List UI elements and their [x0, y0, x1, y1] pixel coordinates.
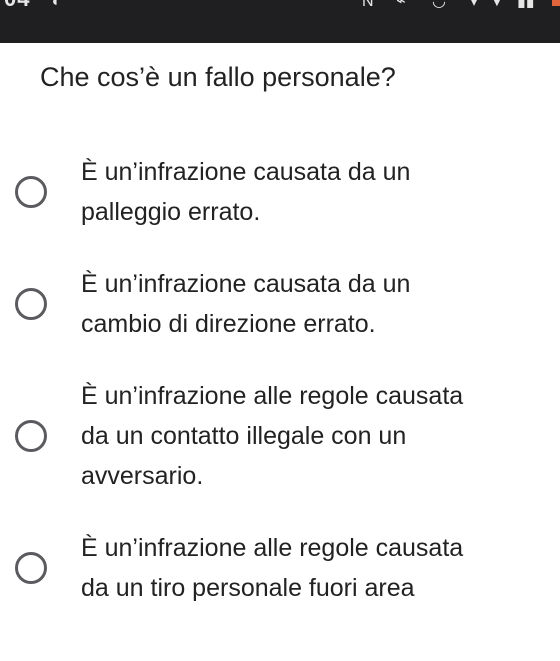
alarm-icon: ◡ — [432, 0, 446, 10]
wifi-icon: ▼ — [489, 0, 505, 10]
question-title: Che cos’è un fallo personale? — [40, 62, 396, 92]
battery-icon — [552, 0, 560, 6]
answer-option-4[interactable]: È un’infrazione alle regole causata da u… — [15, 528, 545, 608]
wifi-icon: ▾ — [470, 0, 479, 10]
option-text: È un’infrazione causata da un palleggio … — [81, 158, 411, 226]
answer-option-1[interactable]: È un’infrazione causata da un palleggio … — [15, 152, 545, 232]
signal-icon: ▮▮ — [517, 0, 535, 10]
option-text: È un’infrazione alle regole causata da u… — [81, 534, 464, 602]
option-text: È un’infrazione causata da un cambio di … — [81, 270, 411, 338]
nfc-icon: N — [362, 0, 374, 10]
radio-button[interactable] — [15, 420, 47, 452]
answer-option-2[interactable]: È un’infrazione causata da un cambio di … — [15, 264, 545, 344]
radio-button[interactable] — [15, 288, 47, 320]
option-text: È un’infrazione alle regole causata da u… — [81, 382, 464, 490]
status-bar: 04 ◖ N ⌁ ◡ ▾ ▼ ▮▮ — [0, 0, 560, 43]
radio-button[interactable] — [15, 176, 47, 208]
status-clock: 04 — [4, 0, 30, 12]
dnd-icon: ◖ — [50, 0, 60, 10]
answer-option-3[interactable]: È un’infrazione alle regole causata da u… — [15, 376, 545, 496]
vibrate-icon: ⌁ — [396, 0, 406, 10]
radio-button[interactable] — [15, 552, 47, 584]
